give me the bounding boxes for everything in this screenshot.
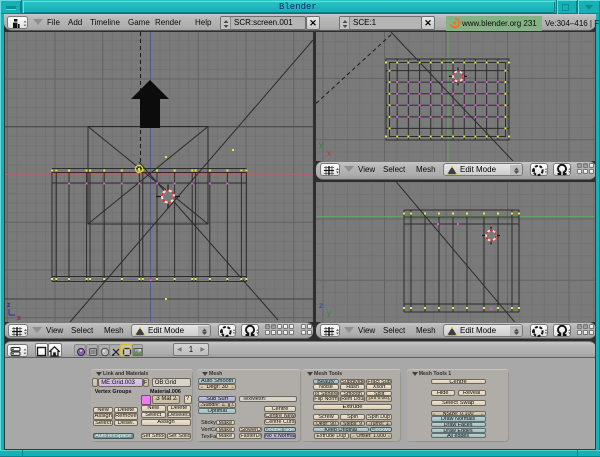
svg-text:x: x [327, 149, 331, 158]
svg-text:y: y [319, 140, 323, 149]
svg-text:z: z [319, 301, 323, 310]
svg-text:z: z [7, 302, 11, 309]
svg-text:y: y [327, 309, 331, 318]
svg-text:x: x [17, 315, 21, 322]
